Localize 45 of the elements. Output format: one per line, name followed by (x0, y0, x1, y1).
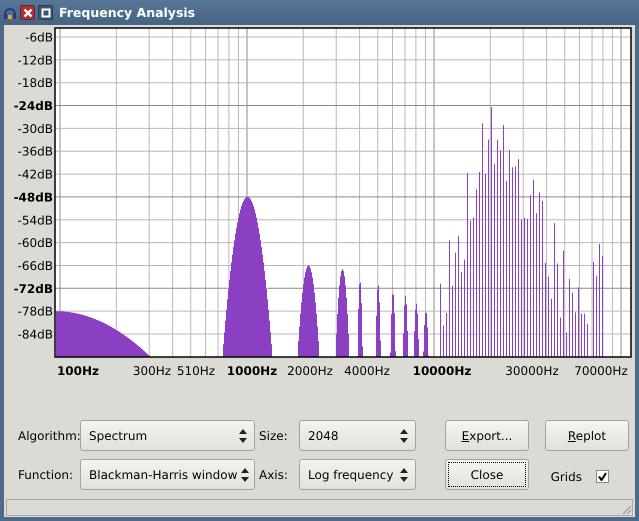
close-button[interactable] (20, 5, 35, 20)
dialog-button[interactable]: Close (445, 459, 529, 490)
y-axis-label: -84dB (18, 328, 53, 342)
x-axis-label: 4000Hz (344, 364, 390, 378)
up-down-arrows-icon (400, 468, 408, 482)
window-title: Frequency Analysis (59, 5, 196, 20)
y-axis-label: -78dB (18, 304, 53, 319)
y-axis-label: -72dB (14, 282, 53, 296)
x-axis-label: 70000Hz (574, 364, 628, 378)
field-label: Size: (258, 428, 289, 442)
y-axis-label: -66dB (18, 258, 53, 273)
y-axis-label: -18dB (18, 76, 53, 90)
checkbox-label: Grids (550, 470, 582, 484)
field-label: Axis: (258, 468, 289, 482)
x-axis-label: 510Hz (176, 364, 216, 378)
dialog-button[interactable]: Export... (445, 420, 529, 451)
y-axis-label: -24dB (14, 99, 53, 114)
y-axis-label: -6dB (25, 30, 53, 44)
up-down-arrows-icon (400, 428, 408, 442)
headphones-icon (3, 6, 17, 20)
resize-grip-icon (620, 503, 632, 515)
x-axis-label: 10000Hz (412, 364, 472, 378)
y-axis-label: -42dB (18, 168, 53, 182)
x-axis-label: 100Hz (56, 364, 100, 378)
y-axis-label: -30dB (18, 122, 53, 136)
up-down-arrows-icon (241, 468, 250, 482)
dropdown[interactable]: Spectrum (80, 420, 255, 451)
dropdown[interactable]: Log frequency (299, 459, 416, 490)
field-label: Algorithm: (17, 428, 80, 442)
field-label: Function: (17, 468, 74, 482)
y-axis-label: -60dB (18, 236, 53, 250)
x-axis-label: 2000Hz (287, 364, 333, 378)
up-down-arrows-icon (239, 428, 247, 442)
y-axis-label: -54dB (18, 213, 53, 228)
dialog-button[interactable]: Replot (545, 420, 629, 451)
y-axis-label: -36dB (18, 144, 53, 159)
x-axis-label: 1000Hz (226, 364, 278, 378)
dropdown[interactable]: Blackman-Harris window (80, 459, 255, 490)
x-axis-label: 300Hz (132, 364, 172, 378)
checkbox[interactable] (596, 470, 609, 483)
x-axis-label: 30000Hz (505, 364, 559, 378)
y-axis-label: -12dB (18, 53, 53, 68)
dropdown[interactable]: 2048 (299, 420, 416, 451)
maximize-button[interactable] (38, 5, 53, 20)
y-axis-label: -48dB (14, 190, 53, 204)
